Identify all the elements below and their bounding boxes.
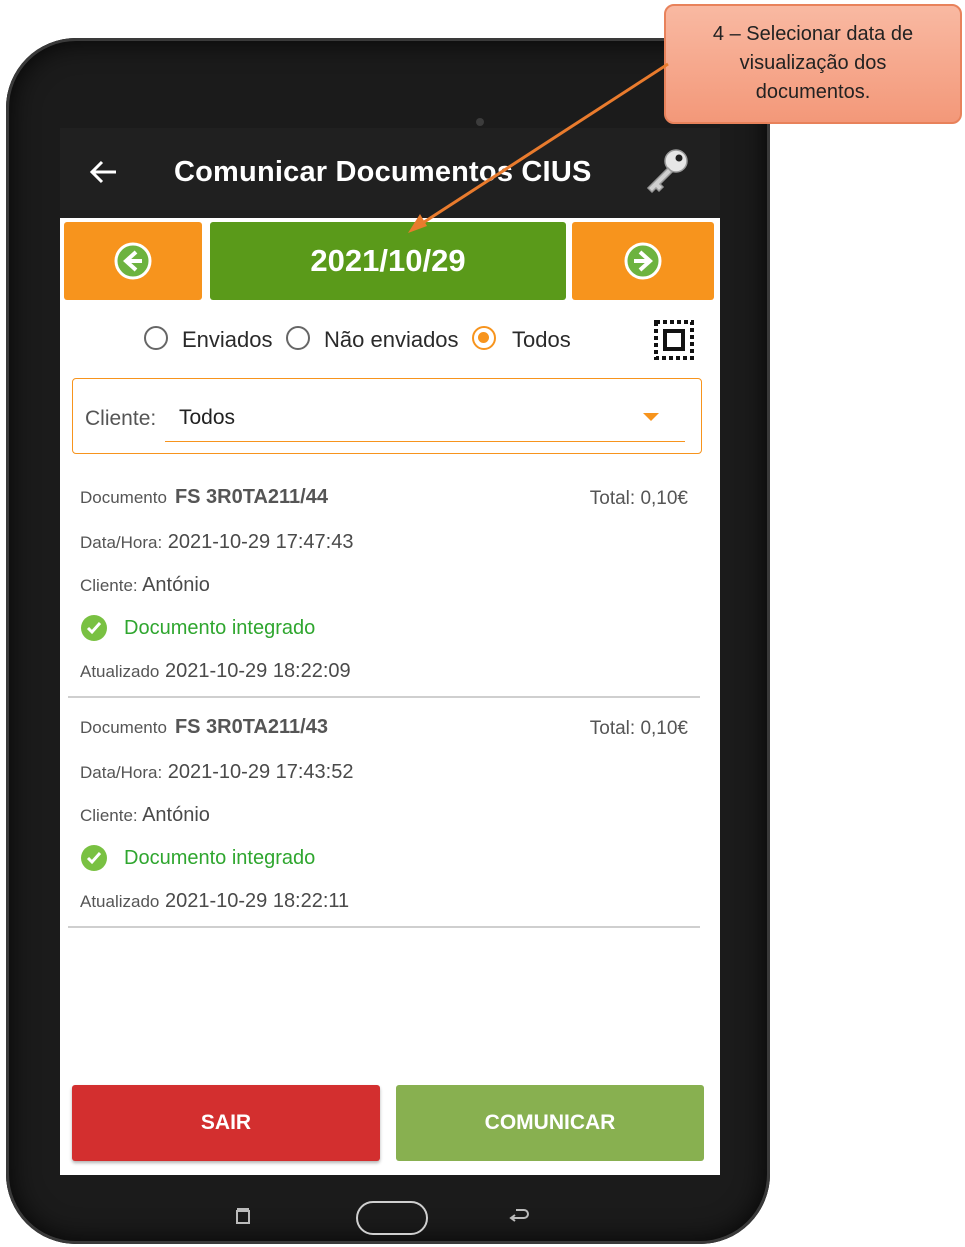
datetime-value: 2021-10-29 17:47:43	[167, 531, 354, 553]
key-icon[interactable]	[640, 146, 692, 198]
client-filter-label: Cliente:	[85, 407, 157, 430]
updated-row: Atualizado 2021-10-29 18:22:11	[80, 890, 349, 913]
select-all-icon[interactable]	[652, 318, 696, 362]
radio-label-enviados[interactable]: Enviados	[182, 327, 273, 353]
app-bar: Comunicar Documentos CIUS	[60, 128, 720, 218]
client-label: Cliente:	[80, 576, 138, 595]
updated-row: Atualizado 2021-10-29 18:22:09	[80, 660, 351, 683]
radio-label-nao-enviados[interactable]: Não enviados	[324, 327, 459, 353]
updated-value: 2021-10-29 18:22:11	[164, 890, 350, 912]
total-label: Total:	[589, 718, 636, 739]
client-value: António	[142, 804, 210, 826]
date-navigation: 2021/10/29	[60, 220, 720, 302]
document-label: Documento	[80, 488, 167, 507]
arrow-left-icon[interactable]	[88, 156, 120, 188]
app-screen: Comunicar Documentos CIUS 2021/10/29 Env	[60, 128, 720, 1175]
datetime-label: Data/Hora:	[80, 533, 163, 552]
check-circle-icon	[81, 845, 107, 871]
circle-arrow-left-icon	[114, 242, 152, 280]
document-status: Documento integrado	[124, 847, 316, 869]
document-number-row: Documento FS 3R0TA211/44	[80, 486, 328, 509]
previous-date-button[interactable]	[64, 222, 202, 300]
circle-arrow-right-icon	[624, 242, 662, 280]
datetime-label: Data/Hora:	[80, 763, 163, 782]
updated-value: 2021-10-29 18:22:09	[164, 660, 351, 682]
datetime-value: 2021-10-29 17:43:52	[167, 761, 354, 783]
client-value: António	[142, 574, 210, 596]
total-value: 0,10€	[640, 488, 688, 509]
client-filter-underline	[165, 441, 685, 442]
home-button[interactable]	[356, 1201, 428, 1235]
check-circle-icon	[81, 615, 107, 641]
document-number-row: Documento FS 3R0TA211/43	[80, 716, 328, 739]
datetime-row: Data/Hora: 2021-10-29 17:47:43	[80, 531, 353, 554]
document-total: Total: 0,10€	[590, 718, 688, 740]
client-label: Cliente:	[80, 806, 138, 825]
client-row: Cliente: António	[80, 574, 210, 597]
updated-label: Atualizado	[80, 662, 160, 681]
callout-line-1: 4 – Selecionar data de	[712, 23, 914, 45]
document-status: Documento integrado	[124, 617, 316, 639]
exit-button[interactable]: SAIR	[72, 1085, 380, 1161]
radio-label-todos[interactable]: Todos	[512, 327, 571, 353]
document-total: Total: 0,10€	[590, 488, 688, 510]
next-date-button[interactable]	[572, 222, 714, 300]
radio-enviados[interactable]	[144, 326, 168, 350]
client-row: Cliente: António	[80, 804, 210, 827]
document-label: Documento	[80, 718, 167, 737]
status-filter: Enviados Não enviados Todos	[60, 320, 720, 360]
client-filter[interactable]: Cliente: Todos	[72, 378, 702, 454]
system-back-icon[interactable]	[506, 1206, 530, 1226]
datetime-row: Data/Hora: 2021-10-29 17:43:52	[80, 761, 353, 784]
radio-nao-enviados[interactable]	[286, 326, 310, 350]
radio-todos[interactable]	[472, 326, 496, 350]
date-selector-button[interactable]: 2021/10/29	[210, 222, 566, 300]
dropdown-arrow-icon[interactable]	[643, 413, 659, 421]
total-label: Total:	[589, 488, 636, 509]
callout-line-2: visualização dos	[739, 52, 887, 74]
callout-line-3: documentos.	[755, 81, 871, 103]
document-card[interactable]: Documento FS 3R0TA211/44 Total: 0,10€ Dat…	[68, 468, 700, 698]
send-button[interactable]: COMUNICAR	[396, 1085, 704, 1161]
camera-lens	[476, 118, 484, 126]
document-number: FS 3R0TA211/43	[174, 716, 328, 738]
page-title: Comunicar Documentos CIUS	[174, 156, 592, 188]
updated-label: Atualizado	[80, 892, 160, 911]
document-number: FS 3R0TA211/44	[174, 486, 328, 508]
recent-apps-icon[interactable]	[234, 1208, 252, 1226]
client-filter-value[interactable]: Todos	[179, 406, 235, 430]
total-value: 0,10€	[640, 718, 688, 739]
document-card[interactable]: Documento FS 3R0TA211/43 Total: 0,10€ Dat…	[68, 698, 700, 928]
annotation-callout: 4 – Selecionar data de visualização dos …	[664, 4, 962, 124]
